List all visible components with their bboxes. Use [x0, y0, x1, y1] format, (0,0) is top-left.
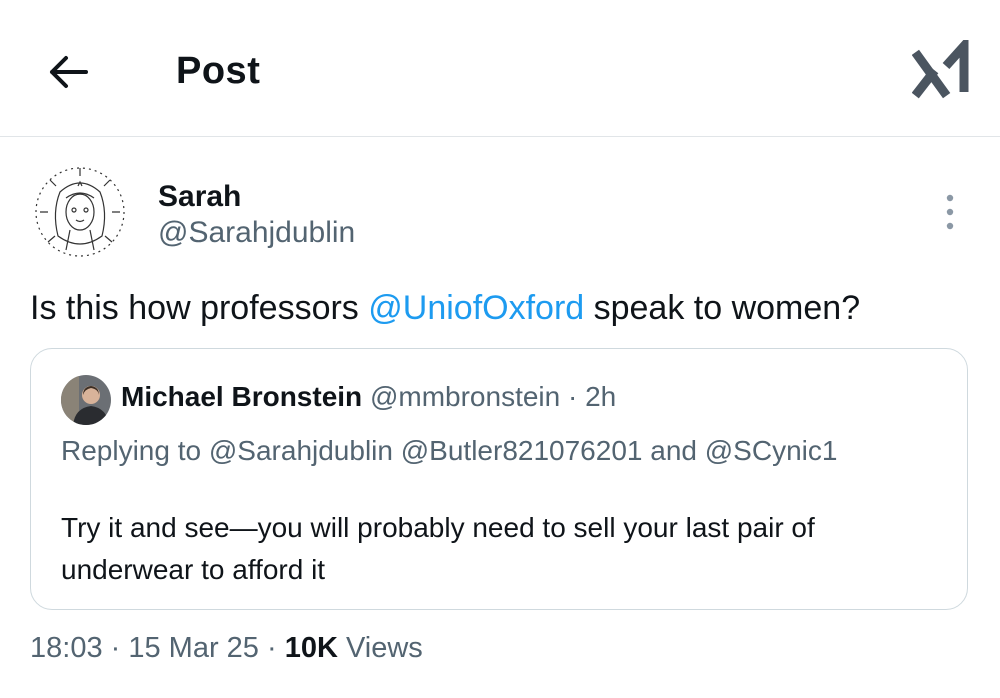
quote-separator: ·: [560, 381, 586, 412]
back-button[interactable]: [40, 44, 96, 100]
more-options-button[interactable]: [935, 192, 965, 232]
reply-mention[interactable]: @Butler821076201: [401, 435, 643, 466]
post-text: Is this how professors @UniofOxford spea…: [30, 286, 860, 330]
meta-separator: ·: [258, 632, 285, 664]
mention-link[interactable]: @UniofOxford: [368, 289, 584, 327]
more-vertical-icon: [946, 194, 954, 230]
replying-to-line: Replying to @Sarahjdublin @Butler8210762…: [61, 435, 837, 467]
views-label: Views: [337, 632, 423, 664]
author-name[interactable]: Sarah: [158, 180, 241, 214]
quote-author-handle[interactable]: @mmbronstein: [370, 381, 560, 412]
post-text-part: speak to women?: [584, 289, 861, 327]
post-date[interactable]: 15 Mar 25: [128, 632, 259, 664]
page-title: Post: [176, 50, 261, 92]
replying-and: and: [642, 435, 705, 466]
views-count[interactable]: 10K: [285, 632, 338, 664]
meta-separator: ·: [102, 632, 129, 664]
back-arrow-icon: [50, 56, 88, 88]
quote-text: Try it and see—you will probably need to…: [61, 512, 815, 585]
quote-author-name[interactable]: Michael Bronstein: [121, 381, 362, 412]
quote-age: 2h: [585, 381, 617, 412]
post-time[interactable]: 18:03: [30, 632, 103, 664]
avatar[interactable]: [30, 162, 130, 262]
grok-button[interactable]: [911, 34, 972, 100]
quote-header: Michael Bronstein @mmbronstein · 2h: [121, 381, 616, 413]
post-text-part: Is this how professors: [30, 289, 369, 327]
reply-mention[interactable]: @Sarahjdublin: [209, 435, 393, 466]
post-meta: 18:03 · 15 Mar 25 · 10K Views: [30, 632, 423, 665]
replying-prefix: Replying to: [61, 435, 209, 466]
post-header: Sarah @Sarahjdublin: [30, 162, 970, 272]
author-handle[interactable]: @Sarahjdublin: [158, 216, 355, 250]
quoted-post[interactable]: Michael Bronstein @mmbronstein · 2h Repl…: [30, 348, 968, 610]
reply-mention[interactable]: @SCynic1: [705, 435, 838, 466]
top-bar: Post: [0, 0, 1000, 137]
grok-icon: [911, 34, 969, 99]
quote-avatar[interactable]: [61, 375, 111, 425]
